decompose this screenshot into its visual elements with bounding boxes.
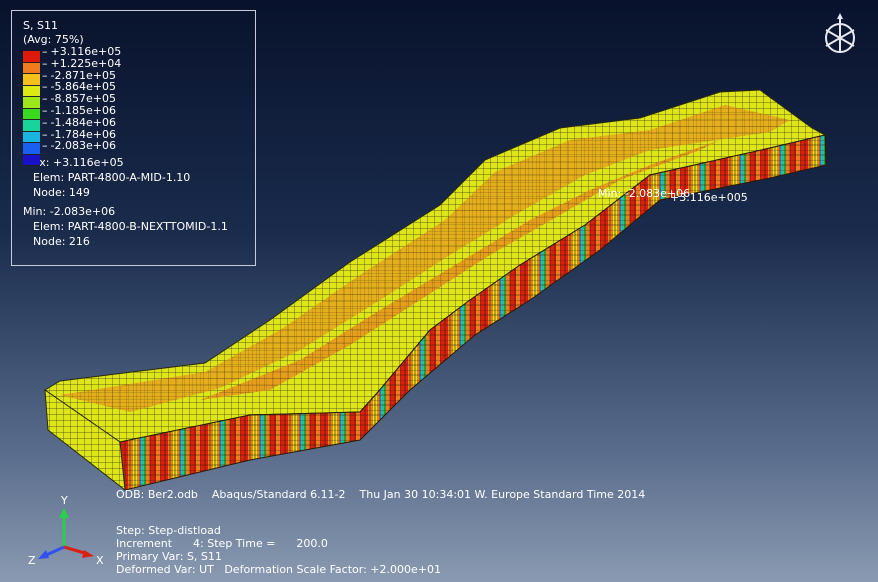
coordinate-axes-icon: Y X Z: [28, 494, 104, 567]
axis-y-label: Y: [60, 494, 68, 507]
step-info: Step: Step-distload Increment 4: Step Ti…: [116, 524, 441, 576]
deformed-var: Deformed Var: UT Deformation Scale Facto…: [116, 563, 441, 576]
odb-info: ODB: Ber2.odb Abaqus/Standard 6.11-2 Thu…: [116, 488, 645, 501]
odb-line: ODB: Ber2.odb Abaqus/Standard 6.11-2 Thu…: [116, 488, 646, 501]
step-name: Step: Step-distload: [116, 524, 221, 537]
axis-z-label: Z: [28, 554, 36, 567]
increment-info: Increment 4: Step Time = 200.0: [116, 537, 328, 550]
max-marker-label: +3.116e+005: [670, 191, 748, 204]
primary-var: Primary Var: S, S11: [116, 550, 222, 563]
axis-x-label: X: [96, 554, 104, 567]
